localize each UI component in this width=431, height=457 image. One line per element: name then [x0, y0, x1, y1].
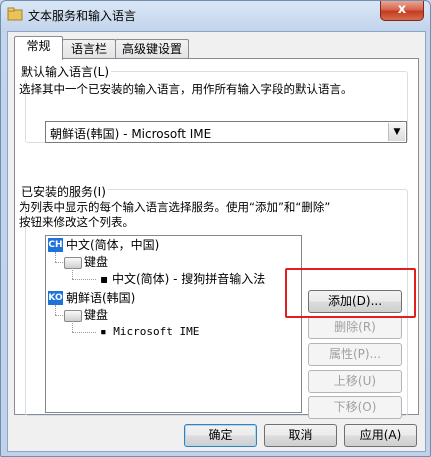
microsoft-ime-label: Microsoft IME [113, 325, 200, 338]
sogou-pinyin-label: 中文(简体) - 搜狗拼音输入法 [111, 272, 266, 286]
close-button[interactable]: x [380, 1, 424, 21]
properties-button[interactable]: 属性(P)... [308, 343, 402, 366]
folder-icon [7, 7, 23, 21]
general-tab-panel: 默认输入语言(L) 选择其中一个已安装的输入语言，用作所有输入字段的默认语言。 … [14, 58, 419, 419]
keyboard-icon [64, 310, 82, 322]
tab-language-bar[interactable]: 语言栏 [62, 39, 116, 59]
tree-item-chinese[interactable]: 中文(简体，中国) [66, 237, 159, 253]
highlight-annotation-box [285, 268, 416, 318]
dialog-window: 文本服务和输入语言 x 常规 语言栏 高级键设置 默认输入语言(L) 选择其中一… [0, 0, 431, 457]
tree-item-sogou-pinyin[interactable]: ▪ 中文(简体) - 搜狗拼音输入法 [100, 271, 265, 287]
chinese-flag-icon: CH [48, 238, 63, 252]
default-language-label: 默认输入语言(L) [19, 63, 112, 80]
installed-services-label: 已安装的服务(I) [19, 183, 108, 200]
korean-flag-icon: KO [48, 291, 63, 305]
services-tree[interactable]: CH 中文(简体，中国) 键盘 ▪ 中文(简体) - 搜狗拼音输入法 KO 朝鲜… [45, 235, 302, 413]
apply-button[interactable]: 应用(A) [344, 424, 417, 447]
tab-advanced-key-settings[interactable]: 高级键设置 [115, 39, 189, 59]
ok-button[interactable]: 确定 [184, 424, 257, 447]
move-down-button[interactable]: 下移(O) [308, 396, 402, 419]
dropdown-arrow-icon[interactable]: ▼ [388, 123, 405, 141]
tree-connector [55, 315, 63, 316]
tree-item-keyboard-chinese[interactable]: 键盘 [84, 254, 108, 270]
installed-services-description-line1: 为列表中显示的每个输入语言选择服务。使用“添加”和“删除” [19, 200, 331, 214]
dialog-client-area: 常规 语言栏 高级键设置 默认输入语言(L) 选择其中一个已安装的输入语言，用作… [7, 31, 426, 452]
installed-services-description-line2: 按钮来修改这个列表。 [19, 215, 134, 229]
tree-item-keyboard-korean[interactable]: 键盘 [84, 307, 108, 323]
cancel-button[interactable]: 取消 [264, 424, 337, 447]
default-language-description: 选择其中一个已安装的输入语言，用作所有输入字段的默认语言。 [19, 82, 353, 96]
default-language-selected: 朝鲜语(韩国) - Microsoft IME [50, 127, 212, 141]
tree-connector [72, 279, 96, 280]
tab-general[interactable]: 常规 [14, 36, 63, 60]
title-bar[interactable]: 文本服务和输入语言 x [1, 1, 430, 29]
keyboard-icon [64, 257, 82, 269]
move-up-button[interactable]: 上移(U) [308, 370, 402, 393]
tree-item-korean[interactable]: 朝鲜语(韩国) [66, 290, 135, 306]
remove-button[interactable]: 删除(R) [308, 316, 402, 339]
tree-connector [72, 332, 96, 333]
tree-connector [55, 262, 63, 263]
window-title: 文本服务和输入语言 [28, 9, 137, 23]
tree-item-microsoft-ime[interactable]: ▪ Microsoft IME [100, 324, 199, 340]
default-language-select[interactable]: 朝鲜语(韩国) - Microsoft IME ▼ [45, 121, 407, 143]
tree-connector [72, 268, 73, 279]
tree-connector [72, 321, 73, 332]
tree-connector [55, 305, 56, 315]
tree-connector [55, 252, 56, 262]
